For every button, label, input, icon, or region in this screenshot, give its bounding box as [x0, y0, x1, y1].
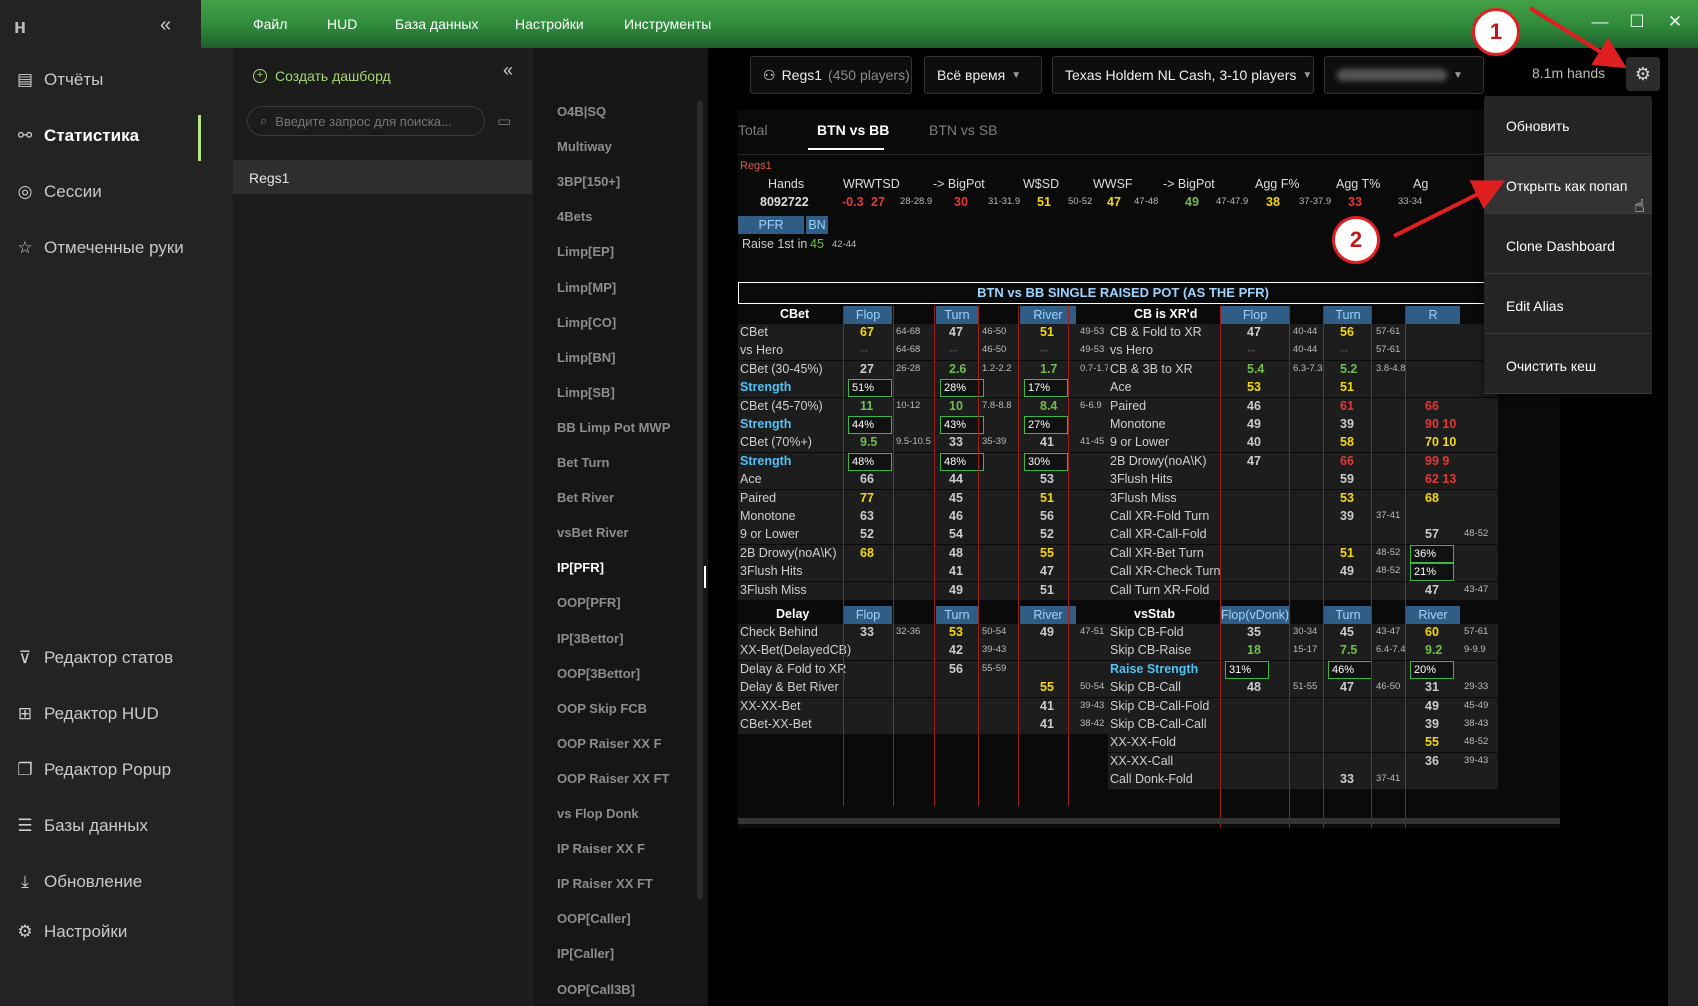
annotation-arrows: [1393, 6, 1627, 238]
app-window: ʜ « ▤ Отчёты ⚯ Статистика ◎ Сессии ☆ Отмеченные…: [0, 0, 1698, 1006]
arrow-2: [1393, 180, 1506, 238]
arrow-1: [1528, 6, 1627, 69]
